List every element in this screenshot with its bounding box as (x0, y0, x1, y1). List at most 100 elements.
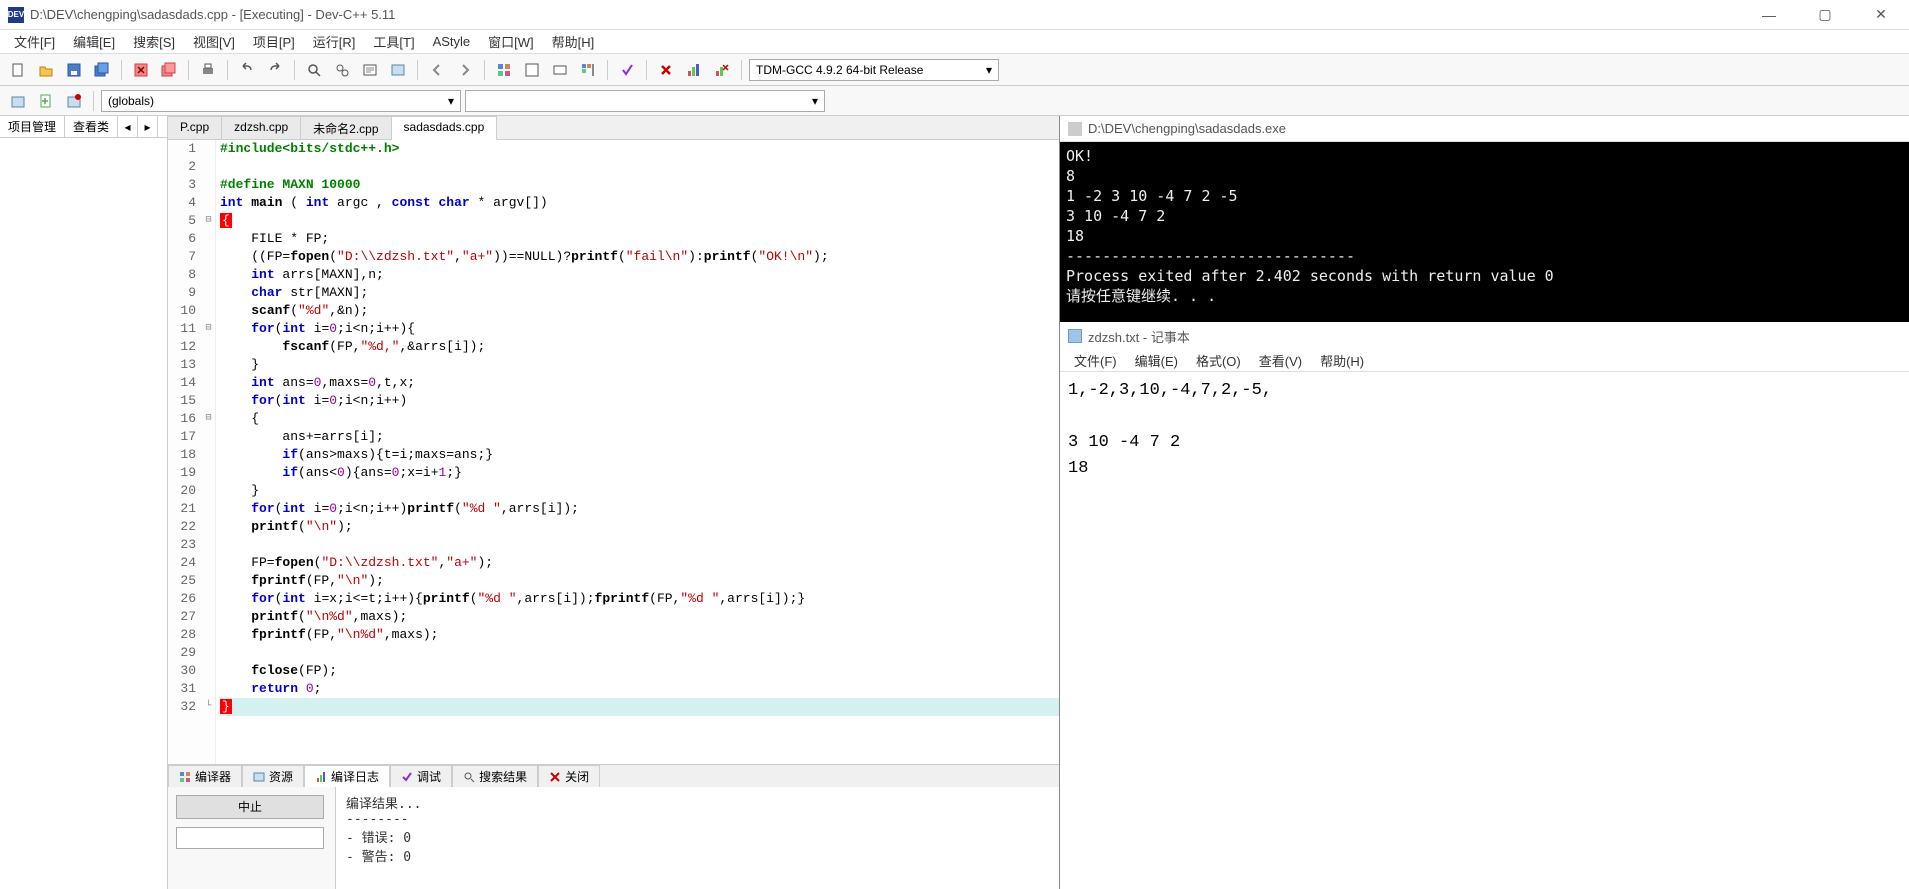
open-file-button[interactable] (34, 58, 58, 82)
notepad-menu-0[interactable]: 文件(F) (1066, 349, 1125, 372)
notepad-menu-2[interactable]: 格式(O) (1188, 349, 1249, 372)
menu-item-3[interactable]: 视图[V] (185, 30, 243, 53)
debug-button[interactable] (615, 58, 639, 82)
fold-gutter[interactable]: ⊟⊟⊟└ (202, 140, 216, 764)
notepad-menu-bar: 文件(F)编辑(E)格式(O)查看(V)帮助(H) (1060, 350, 1909, 372)
main-toolbar: TDM-GCC 4.9.2 64-bit Release ▾ (0, 54, 1909, 86)
notepad-icon (1068, 329, 1082, 343)
print-button[interactable] (196, 58, 220, 82)
forward-button[interactable] (453, 58, 477, 82)
file-tab-sadasdads-cpp[interactable]: sadasdads.cpp (392, 116, 498, 140)
secondary-toolbar: (globals) ▾ ▾ (0, 86, 1909, 116)
stop-button[interactable] (654, 58, 678, 82)
menu-item-0[interactable]: 文件[F] (6, 30, 63, 53)
close-button[interactable]: ✕ (1861, 1, 1901, 29)
bottom-tab-关闭[interactable]: 关闭 (538, 765, 600, 787)
save-button[interactable] (62, 58, 86, 82)
bottom-tab-调试[interactable]: 调试 (390, 765, 452, 787)
bottom-tab-编译日志[interactable]: 编译日志 (304, 765, 390, 787)
bottom-panel: 中止 编译结果... -------- - 错误: 0 - 警告: 0 (168, 786, 1059, 889)
code-editor[interactable]: 1234567891011121314151617181920212223242… (168, 140, 1059, 764)
compile-log-output: 编译结果... -------- - 错误: 0 - 警告: 0 (336, 787, 1059, 889)
notepad-menu-1[interactable]: 编辑(E) (1127, 349, 1186, 372)
chevron-down-icon: ▾ (812, 94, 818, 108)
notepad-title-bar[interactable]: zdzsh.txt - 记事本 (1060, 322, 1909, 350)
profile-analysis-button[interactable] (682, 58, 706, 82)
menu-item-7[interactable]: AStyle (425, 32, 479, 51)
undo-button[interactable] (235, 58, 259, 82)
grid-icon (179, 771, 191, 783)
compile-run-button[interactable] (548, 58, 572, 82)
close-icon (549, 771, 561, 783)
tab-scroll-left[interactable]: ◂ (118, 116, 138, 137)
console-output[interactable]: OK! 8 1 -2 3 10 -4 7 2 -5 3 10 -4 7 2 18… (1060, 142, 1909, 322)
close-all-button[interactable] (157, 58, 181, 82)
menu-item-1[interactable]: 编辑[E] (65, 30, 123, 53)
tab-classes[interactable]: 查看类 (65, 116, 118, 137)
tab-project[interactable]: 项目管理 (0, 116, 65, 137)
notepad-content[interactable]: 1,-2,3,10,-4,7,2,-5, 3 10 -4 7 2 18 (1060, 372, 1909, 889)
menu-item-8[interactable]: 窗口[W] (480, 30, 542, 53)
console-title-bar[interactable]: D:\DEV\chengping\sadasdads.exe (1060, 116, 1909, 142)
save-all-button[interactable] (90, 58, 114, 82)
add-to-project-button[interactable] (34, 89, 58, 113)
abort-button[interactable]: 中止 (176, 795, 324, 819)
right-column: D:\DEV\chengping\sadasdads.exe OK! 8 1 -… (1059, 116, 1909, 889)
redo-button[interactable] (263, 58, 287, 82)
menu-bar: 文件[F]编辑[E]搜索[S]视图[V]项目[P]运行[R]工具[T]AStyl… (0, 30, 1909, 54)
new-project-button[interactable] (6, 89, 30, 113)
compiler-select[interactable]: TDM-GCC 4.9.2 64-bit Release ▾ (749, 59, 999, 81)
run-button[interactable] (520, 58, 544, 82)
file-tab-P-cpp[interactable]: P.cpp (168, 116, 222, 139)
scope-select[interactable]: (globals) ▾ (101, 90, 461, 112)
rebuild-button[interactable] (576, 58, 600, 82)
code-content[interactable]: #include<bits/stdc++.h>#define MAXN 1000… (216, 140, 1059, 764)
member-select[interactable]: ▾ (465, 90, 825, 112)
bottom-panel-controls: 中止 (168, 787, 336, 889)
options-button[interactable] (386, 58, 410, 82)
title-bar: DEV D:\DEV\chengping\sadasdads.cpp - [Ex… (0, 0, 1909, 30)
scope-select-value: (globals) (108, 94, 154, 108)
chevron-down-icon: ▾ (448, 94, 454, 108)
project-tree[interactable] (0, 138, 167, 889)
bottom-tab-编译器[interactable]: 编译器 (168, 765, 242, 787)
file-tab--2-cpp[interactable]: 未命名2.cpp (301, 116, 391, 139)
file-tabs: P.cppzdzsh.cpp未命名2.cppsadasdads.cpp (168, 116, 1059, 140)
console-icon (1068, 122, 1082, 136)
find-button[interactable] (302, 58, 326, 82)
compile-button[interactable] (492, 58, 516, 82)
replace-button[interactable] (330, 58, 354, 82)
minimize-button[interactable]: — (1749, 1, 1789, 29)
console-window: D:\DEV\chengping\sadasdads.exe OK! 8 1 -… (1060, 116, 1909, 322)
main-area: 项目管理 查看类 ◂ ▸ P.cppzdzsh.cpp未命名2.cppsadas… (0, 116, 1909, 889)
tab-scroll-right[interactable]: ▸ (138, 116, 158, 137)
file-tab-zdzsh-cpp[interactable]: zdzsh.cpp (222, 116, 301, 139)
menu-item-9[interactable]: 帮助[H] (544, 30, 603, 53)
menu-item-4[interactable]: 项目[P] (245, 30, 303, 53)
back-button[interactable] (425, 58, 449, 82)
menu-item-5[interactable]: 运行[R] (305, 30, 364, 53)
left-panel: 项目管理 查看类 ◂ ▸ (0, 116, 168, 889)
res-icon (253, 771, 265, 783)
notepad-title: zdzsh.txt - 记事本 (1088, 327, 1190, 346)
menu-item-6[interactable]: 工具[T] (365, 30, 422, 53)
bottom-tab-搜索结果[interactable]: 搜索结果 (452, 765, 538, 787)
log-icon (315, 771, 327, 783)
notepad-window: zdzsh.txt - 记事本 文件(F)编辑(E)格式(O)查看(V)帮助(H… (1060, 322, 1909, 889)
compile-command-input[interactable] (176, 827, 324, 849)
chevron-down-icon: ▾ (986, 63, 992, 77)
search-icon (463, 771, 475, 783)
new-file-button[interactable] (6, 58, 30, 82)
remove-from-project-button[interactable] (62, 89, 86, 113)
close-file-button[interactable] (129, 58, 153, 82)
notepad-menu-3[interactable]: 查看(V) (1251, 349, 1310, 372)
maximize-button[interactable]: ▢ (1805, 1, 1845, 29)
app-icon: DEV (8, 7, 24, 23)
notepad-menu-4[interactable]: 帮助(H) (1312, 349, 1372, 372)
window-title: D:\DEV\chengping\sadasdads.cpp - [Execut… (30, 7, 1749, 22)
bottom-tab-资源[interactable]: 资源 (242, 765, 304, 787)
goto-line-button[interactable] (358, 58, 382, 82)
editor-column: P.cppzdzsh.cpp未命名2.cppsadasdads.cpp 1234… (168, 116, 1059, 889)
delete-profile-button[interactable] (710, 58, 734, 82)
menu-item-2[interactable]: 搜索[S] (125, 30, 183, 53)
